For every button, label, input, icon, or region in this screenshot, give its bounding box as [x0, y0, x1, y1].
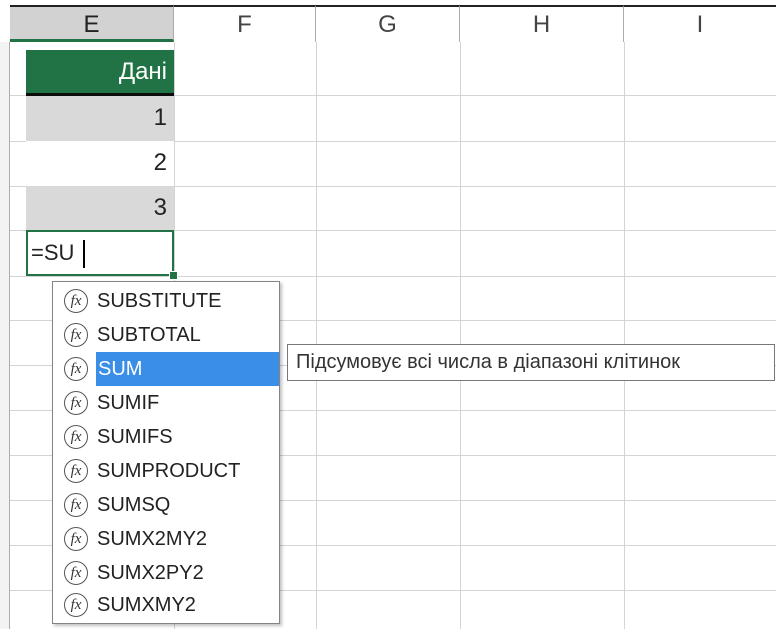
- grid-line: [624, 42, 625, 629]
- function-fx-icon: fx: [64, 289, 88, 313]
- function-fx-icon: fx: [64, 593, 88, 617]
- function-fx-icon: fx: [64, 527, 88, 551]
- autocomplete-item[interactable]: fx SUMIFS: [53, 420, 279, 454]
- cell-header-dani[interactable]: Дані: [26, 50, 174, 96]
- active-cell-editor[interactable]: =SU: [26, 230, 174, 276]
- grid-line: [316, 42, 317, 629]
- autocomplete-item[interactable]: fx SUMX2PY2: [53, 556, 279, 590]
- autocomplete-item[interactable]: fx SUBTOTAL: [53, 318, 279, 352]
- grid-line: [10, 276, 776, 277]
- autocomplete-item[interactable]: fx SUMXMY2: [53, 588, 279, 622]
- autocomplete-item[interactable]: fx SUMX2MY2: [53, 522, 279, 556]
- function-fx-icon: fx: [64, 459, 88, 483]
- autocomplete-item[interactable]: fx SUMIF: [53, 386, 279, 420]
- autocomplete-item[interactable]: fx SUMPRODUCT: [53, 454, 279, 488]
- formula-text: =SU: [31, 240, 75, 265]
- spreadsheet: E F G H I Дані 1 2 3 =SU fx SUBSTITUTE fx…: [0, 0, 776, 629]
- cell-value[interactable]: 3: [26, 186, 174, 230]
- function-autocomplete-list: fx SUBSTITUTE fx SUBTOTAL fx SUM fx SUMIF fx…: [52, 281, 280, 624]
- cell-value[interactable]: 1: [26, 96, 174, 141]
- function-fx-icon: fx: [64, 323, 88, 347]
- function-fx-icon: fx: [64, 391, 88, 415]
- column-header-i[interactable]: I: [624, 5, 776, 42]
- function-fx-icon: fx: [64, 561, 88, 585]
- row-header-strip[interactable]: [0, 42, 10, 629]
- autocomplete-item[interactable]: fx SUMSQ: [53, 488, 279, 522]
- cell-value[interactable]: 2: [26, 141, 174, 186]
- column-header-g[interactable]: G: [316, 5, 460, 42]
- function-fx-icon: fx: [64, 493, 88, 517]
- grid-line: [460, 42, 461, 629]
- function-fx-icon: fx: [64, 425, 88, 449]
- function-description-tooltip: Підсумовує всі числа в діапазоні клітино…: [287, 344, 775, 381]
- column-header-h[interactable]: H: [460, 5, 624, 42]
- fill-handle[interactable]: [169, 271, 178, 280]
- autocomplete-item-selected[interactable]: fx SUM: [53, 352, 279, 386]
- column-header-e[interactable]: E: [10, 5, 174, 42]
- function-fx-icon: fx: [64, 357, 88, 381]
- text-caret: [83, 240, 85, 268]
- autocomplete-item[interactable]: fx SUBSTITUTE: [53, 284, 279, 318]
- column-header-f[interactable]: F: [174, 5, 316, 42]
